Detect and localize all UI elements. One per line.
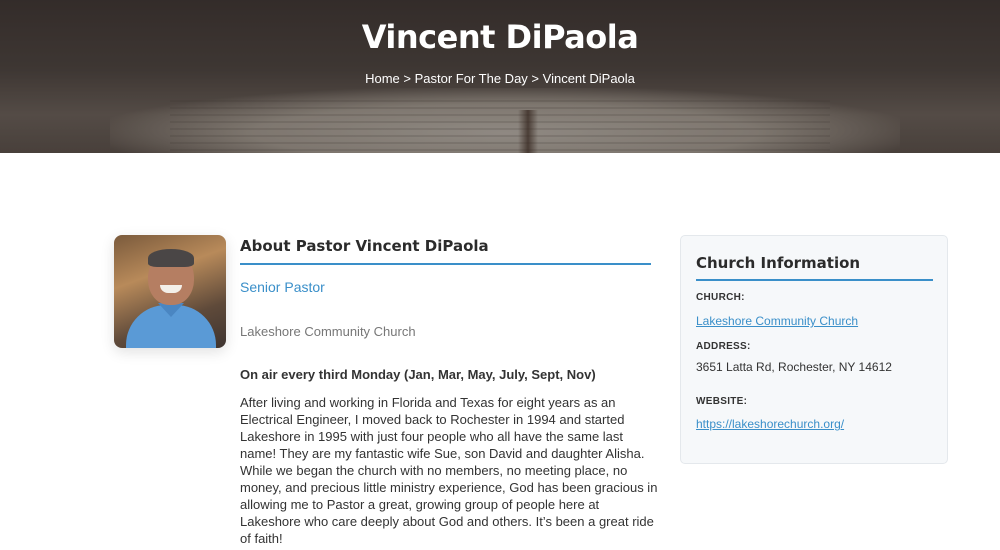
pastor-church: Lakeshore Community Church — [240, 324, 416, 339]
breadcrumb: Home > Pastor For The Day > Vincent DiPa… — [0, 71, 1000, 86]
about-heading: About Pastor Vincent DiPaola — [240, 237, 651, 265]
church-label: CHURCH: — [696, 292, 745, 303]
breadcrumb-current: Vincent DiPaola — [542, 71, 635, 86]
page-title: Vincent DiPaola — [361, 18, 639, 56]
photo-hair — [148, 249, 194, 267]
hero-banner: Vincent DiPaola Home > Pastor For The Da… — [0, 0, 1000, 153]
address-label: ADDRESS: — [696, 341, 751, 352]
website-link[interactable]: https://lakeshorechurch.org/ — [696, 417, 844, 431]
pastor-role: Senior Pastor — [240, 279, 325, 295]
breadcrumb-home-link[interactable]: Home — [365, 71, 400, 86]
on-air-schedule: On air every third Monday (Jan, Mar, May… — [240, 367, 596, 382]
church-information-title: Church Information — [696, 254, 933, 281]
pastor-bio: After living and working in Florida and … — [240, 395, 658, 546]
breadcrumb-parent-link[interactable]: Pastor For The Day — [415, 71, 528, 86]
address-value: 3651 Latta Rd, Rochester, NY 14612 — [696, 360, 892, 374]
breadcrumb-separator: > — [527, 71, 543, 86]
church-information-card: Church Information CHURCH: Lakeshore Com… — [680, 235, 948, 464]
website-label: WEBSITE: — [696, 396, 748, 407]
breadcrumb-separator: > — [399, 71, 415, 86]
church-link[interactable]: Lakeshore Community Church — [696, 314, 858, 328]
pastor-photo — [114, 235, 226, 348]
